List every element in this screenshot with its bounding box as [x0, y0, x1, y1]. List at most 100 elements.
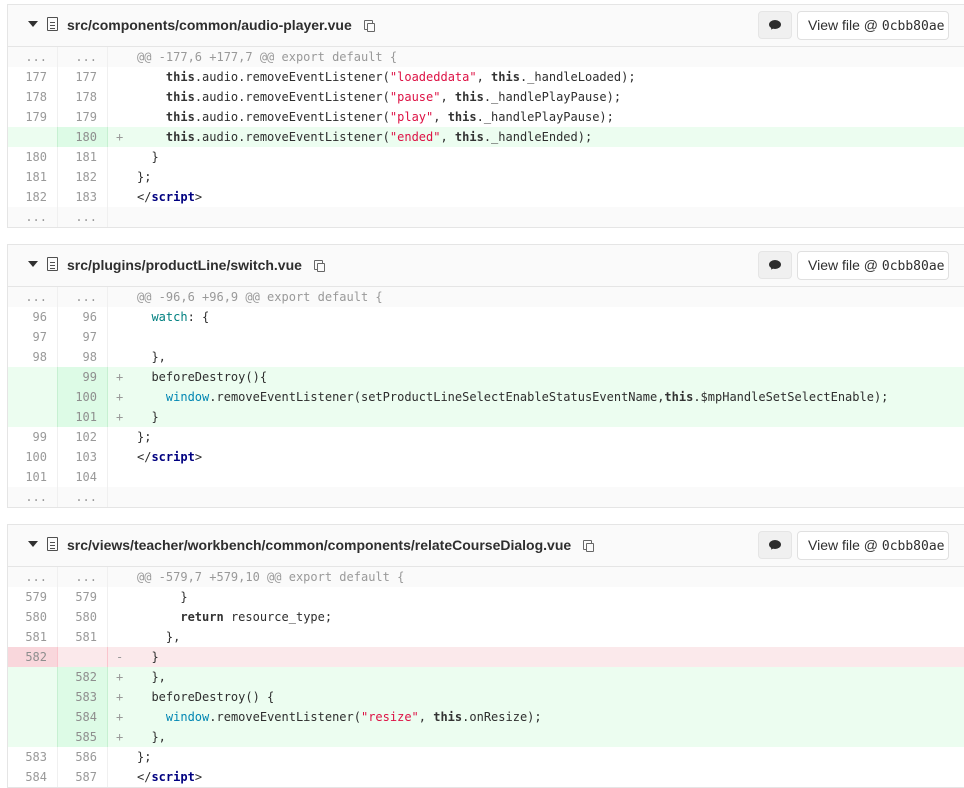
- old-line-number[interactable]: 177: [8, 67, 58, 87]
- diff-line: 177 177 this.audio.removeEventListener("l…: [8, 67, 964, 87]
- new-line-number[interactable]: 587: [58, 767, 108, 787]
- new-line-number[interactable]: 579: [58, 587, 108, 607]
- view-file-button[interactable]: View file @ 0cbb80ae: [797, 251, 949, 280]
- new-line-number[interactable]: 104: [58, 467, 108, 487]
- old-line-number[interactable]: 98: [8, 347, 58, 367]
- new-line-number[interactable]: 96: [58, 307, 108, 327]
- new-line-number[interactable]: 178: [58, 87, 108, 107]
- diff-sign: +: [116, 390, 124, 404]
- old-line-number[interactable]: [8, 407, 58, 427]
- line-content: };: [108, 427, 964, 447]
- toggle-comments-button[interactable]: [758, 251, 792, 279]
- new-line-number[interactable]: [58, 647, 108, 667]
- file-header: src/components/common/audio-player.vue V…: [8, 5, 964, 47]
- new-line-number[interactable]: ...: [58, 287, 108, 307]
- line-content: + },: [108, 727, 964, 747]
- old-line-number[interactable]: 180: [8, 147, 58, 167]
- diff-line: 585 + },: [8, 727, 964, 747]
- diff-line: 98 98 },: [8, 347, 964, 367]
- old-line-number[interactable]: 101: [8, 467, 58, 487]
- diff-line: 101 104: [8, 467, 964, 487]
- diff-line: 582 + },: [8, 667, 964, 687]
- old-line-number[interactable]: ...: [8, 47, 58, 67]
- new-line-number[interactable]: 181: [58, 147, 108, 167]
- new-line-number[interactable]: 585: [58, 727, 108, 747]
- old-line-number[interactable]: 100: [8, 447, 58, 467]
- old-line-number[interactable]: 99: [8, 427, 58, 447]
- old-line-number[interactable]: 182: [8, 187, 58, 207]
- collapse-toggle-icon[interactable]: [28, 541, 38, 547]
- new-line-number[interactable]: 583: [58, 687, 108, 707]
- toggle-comments-button[interactable]: [758, 531, 792, 559]
- code-token: this: [491, 70, 520, 84]
- line-content: </script>: [108, 447, 964, 467]
- old-line-number[interactable]: [8, 367, 58, 387]
- diff-line: 99 + beforeDestroy(){: [8, 367, 964, 387]
- new-line-number[interactable]: 101: [58, 407, 108, 427]
- old-line-number[interactable]: ...: [8, 487, 58, 507]
- new-line-number[interactable]: 581: [58, 627, 108, 647]
- code-token: >: [194, 450, 203, 464]
- old-line-number[interactable]: 583: [8, 747, 58, 767]
- diff-line: 100 + window.removeEventListener(setProdu…: [8, 387, 964, 407]
- old-line-number[interactable]: 97: [8, 327, 58, 347]
- collapse-toggle-icon[interactable]: [28, 21, 38, 27]
- code-token: .$mpHandleSetSelectEnable);: [693, 390, 889, 404]
- old-line-number[interactable]: 96: [8, 307, 58, 327]
- old-line-number[interactable]: 179: [8, 107, 58, 127]
- new-line-number[interactable]: 582: [58, 667, 108, 687]
- new-line-number[interactable]: 100: [58, 387, 108, 407]
- new-line-number[interactable]: 98: [58, 347, 108, 367]
- old-line-number[interactable]: 580: [8, 607, 58, 627]
- view-file-button[interactable]: View file @ 0cbb80ae: [797, 11, 949, 40]
- old-line-number[interactable]: 181: [8, 167, 58, 187]
- code-token: ._handleEnded);: [483, 130, 593, 144]
- old-line-number[interactable]: [8, 727, 58, 747]
- old-line-number[interactable]: 178: [8, 87, 58, 107]
- view-file-button[interactable]: View file @ 0cbb80ae: [797, 531, 949, 560]
- new-line-number[interactable]: 99: [58, 367, 108, 387]
- old-line-number[interactable]: [8, 127, 58, 147]
- new-line-number[interactable]: 584: [58, 707, 108, 727]
- new-line-number[interactable]: ...: [58, 207, 108, 227]
- new-line-number[interactable]: 179: [58, 107, 108, 127]
- new-line-number[interactable]: ...: [58, 567, 108, 587]
- diff-line: 583 + beforeDestroy() {: [8, 687, 964, 707]
- line-content: - }: [108, 647, 964, 667]
- toggle-comments-button[interactable]: [758, 11, 792, 39]
- old-line-number[interactable]: 581: [8, 627, 58, 647]
- copy-path-icon[interactable]: [363, 20, 375, 33]
- new-line-number[interactable]: 177: [58, 67, 108, 87]
- old-line-number[interactable]: [8, 687, 58, 707]
- old-line-number[interactable]: ...: [8, 567, 58, 587]
- old-line-number[interactable]: ...: [8, 287, 58, 307]
- code-token: };: [137, 170, 152, 184]
- code-token: "ended": [389, 130, 441, 144]
- line-content: [108, 327, 964, 347]
- old-line-number[interactable]: 582: [8, 647, 58, 667]
- new-line-number[interactable]: 183: [58, 187, 108, 207]
- new-line-number[interactable]: ...: [58, 47, 108, 67]
- old-line-number[interactable]: [8, 387, 58, 407]
- new-line-number[interactable]: ...: [58, 487, 108, 507]
- new-line-number[interactable]: 102: [58, 427, 108, 447]
- new-line-number[interactable]: 97: [58, 327, 108, 347]
- old-line-number[interactable]: [8, 667, 58, 687]
- old-line-number[interactable]: 584: [8, 767, 58, 787]
- copy-path-icon[interactable]: [313, 260, 325, 273]
- line-content: </script>: [108, 187, 964, 207]
- collapse-toggle-icon[interactable]: [28, 261, 38, 267]
- old-line-number[interactable]: [8, 707, 58, 727]
- new-line-number[interactable]: 586: [58, 747, 108, 767]
- new-line-number[interactable]: 103: [58, 447, 108, 467]
- line-content: this.audio.removeEventListener("loadedda…: [108, 67, 964, 87]
- new-line-number[interactable]: 182: [58, 167, 108, 187]
- new-line-number[interactable]: 180: [58, 127, 108, 147]
- old-line-number[interactable]: 579: [8, 587, 58, 607]
- copy-path-icon[interactable]: [583, 540, 595, 553]
- new-line-number[interactable]: 580: [58, 607, 108, 627]
- old-line-number[interactable]: ...: [8, 207, 58, 227]
